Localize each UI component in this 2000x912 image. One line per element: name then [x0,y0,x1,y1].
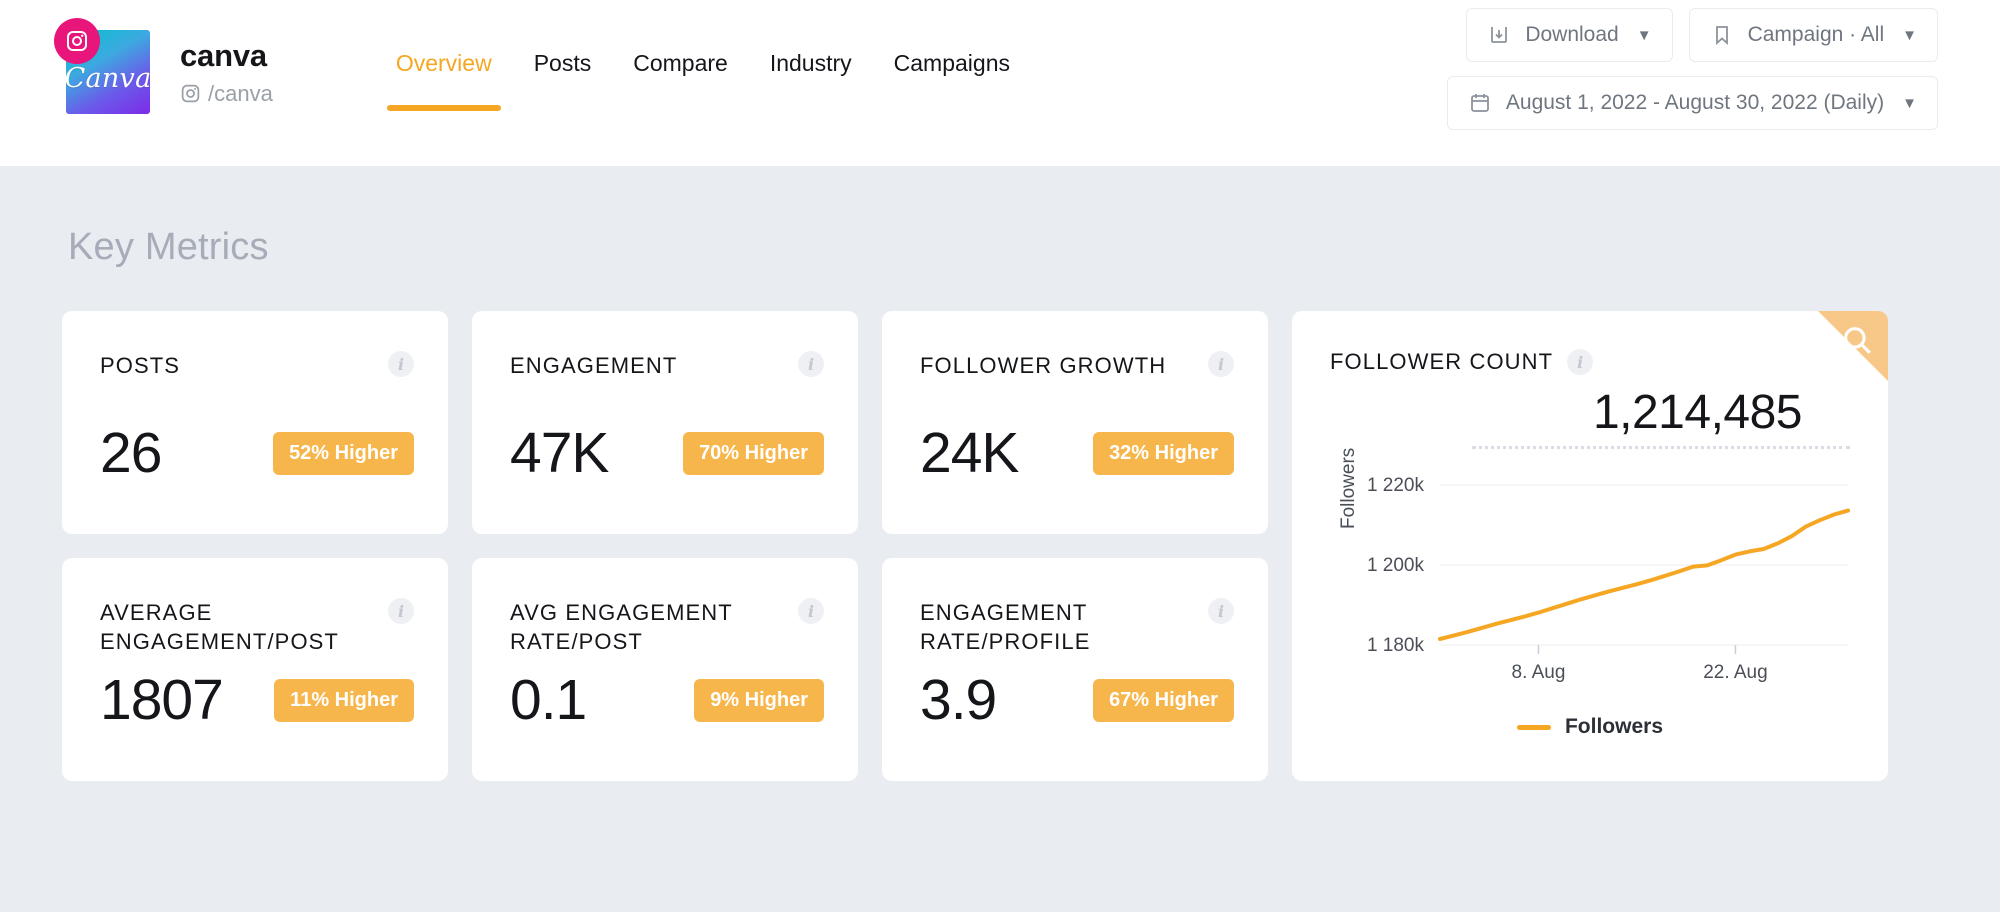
metric-card-posts: POSTS i 26 52% Higher [62,311,448,534]
tab-compare[interactable]: Compare [612,50,749,111]
metric-label: ENGAGEMENT RATE/PROFILE [920,600,1091,655]
tab-industry[interactable]: Industry [749,50,873,111]
chevron-down-icon: ▼ [1636,26,1652,44]
info-icon[interactable]: i [1208,351,1234,377]
legend-label: Followers [1564,715,1664,738]
info-icon[interactable]: i [1567,349,1594,375]
main-nav-tabs: Overview Posts Compare Industry Campaign… [375,0,1031,111]
metric-value-row: 1807 11% Higher [100,667,414,733]
status-badge: 67% Higher [1093,678,1234,722]
canva-logo-text: Canva [64,62,152,94]
metric-label: AVERAGE ENGAGEMENT/POST [100,600,339,655]
page-title: Key Metrics [68,226,269,268]
instagram-icon [54,18,100,64]
metric-value: 26 [100,421,162,485]
instagram-small-icon [181,84,200,103]
svg-text:1 200k: 1 200k [1367,555,1425,576]
info-icon[interactable]: i [388,351,414,377]
follower-count-chart-card: FOLLOWER COUNT i 1,214,485 Followers 1 2… [1292,311,1888,781]
info-icon[interactable]: i [388,598,414,624]
profile-handle: /canva [180,81,273,107]
chart-title: FOLLOWER COUNT [1330,349,1554,374]
info-icon[interactable]: i [1208,598,1234,624]
svg-text:1 220k: 1 220k [1367,475,1425,496]
legend-swatch [1516,724,1551,730]
metric-value-row: 47K 70% Higher [510,420,824,486]
metric-label: POSTS [100,353,181,378]
info-icon[interactable]: i [798,598,824,624]
brand-text: canva /canva [180,38,273,107]
status-badge: 9% Higher [694,678,824,722]
metric-value-row: 26 52% Higher [100,420,414,486]
follower-count-value: 1,214,485 [1472,375,1850,449]
status-badge: 52% Higher [273,431,414,475]
analytics-dashboard: Canva canva /canva Overview Posts Compar… [0,0,2000,912]
profile-name: canva [180,37,267,73]
profile-handle-text: /canva [208,80,273,106]
follower-count-plot: Followers 1 220k 1 200k 1 180k 8. Aug 22. Au… [1292,448,1888,701]
line-chart-svg: 1 220k 1 200k 1 180k 8. Aug 22. Aug [1367,475,1850,683]
tab-campaigns[interactable]: Campaigns [873,50,1031,111]
download-label: Download [1525,23,1619,46]
metric-value: 24K [920,421,1019,485]
metric-value: 1807 [100,668,224,732]
status-badge: 32% Higher [1093,431,1234,475]
tab-posts[interactable]: Posts [513,50,613,111]
tab-overview[interactable]: Overview [375,50,513,111]
header-controls-row-2: August 1, 2022 - August 30, 2022 (Daily)… [1446,76,1938,130]
svg-text:8. Aug: 8. Aug [1512,662,1566,683]
search-icon[interactable] [1840,323,1874,362]
key-metrics-grid: POSTS i 26 52% Higher ENGAGEMENT i 47K 7… [62,311,1938,781]
bookmark-icon [1715,26,1728,46]
metric-card-avg-engagement-rate-per-post: AVG ENGAGEMENT RATE/POST i 0.1 9% Higher [472,558,858,781]
metric-value: 0.1 [510,668,587,732]
profile-avatar: Canva [54,18,152,114]
metric-card-follower-growth: FOLLOWER GROWTH i 24K 32% Higher [882,311,1268,534]
metric-label: ENGAGEMENT [510,353,678,378]
campaign-filter-button[interactable]: Campaign · All ▼ [1688,8,1938,62]
chart-legend: Followers [1292,715,1888,739]
chart-header: FOLLOWER COUNT i [1292,349,1888,375]
metric-card-engagement: ENGAGEMENT i 47K 70% Higher [472,311,858,534]
info-icon[interactable]: i [798,351,824,377]
metric-value-row: 24K 32% Higher [920,420,1234,486]
dashboard-body: Key Metrics POSTS i 26 52% Higher ENGAGE… [0,166,2000,912]
status-badge: 11% Higher [274,678,414,722]
svg-text:22. Aug: 22. Aug [1703,662,1767,683]
status-badge: 70% Higher [683,431,824,475]
metric-value-row: 3.9 67% Higher [920,667,1234,733]
download-button[interactable]: Download ▼ [1466,8,1673,62]
metric-value: 3.9 [920,668,997,732]
metric-label: FOLLOWER GROWTH [920,353,1167,378]
header-controls-row-1: Download ▼ Campaign · All ▼ [1466,8,1938,62]
app-header: Canva canva /canva Overview Posts Compar… [0,0,2000,166]
metric-value-row: 0.1 9% Higher [510,667,824,733]
metric-card-engagement-rate-per-profile: ENGAGEMENT RATE/PROFILE i 3.9 67% Higher [882,558,1268,781]
y-axis-label: Followers [1338,447,1359,529]
chevron-down-icon: ▼ [1902,94,1917,112]
campaign-label: Campaign · All [1747,23,1885,46]
calendar-icon [1470,94,1489,112]
metric-label: AVG ENGAGEMENT RATE/POST [510,600,733,655]
download-icon [1491,27,1508,43]
date-range-button[interactable]: August 1, 2022 - August 30, 2022 (Daily)… [1446,76,1938,130]
chevron-down-icon: ▼ [1902,26,1917,44]
brand-block: Canva canva /canva [0,0,273,114]
date-range-label: August 1, 2022 - August 30, 2022 (Daily) [1505,91,1885,114]
metric-value: 47K [510,421,609,485]
metric-card-average-engagement-per-post: AVERAGE ENGAGEMENT/POST i 1807 11% Highe… [62,558,448,781]
svg-text:1 180k: 1 180k [1367,635,1425,656]
header-controls: Download ▼ Campaign · All ▼ August 1, 20… [1446,8,1938,130]
